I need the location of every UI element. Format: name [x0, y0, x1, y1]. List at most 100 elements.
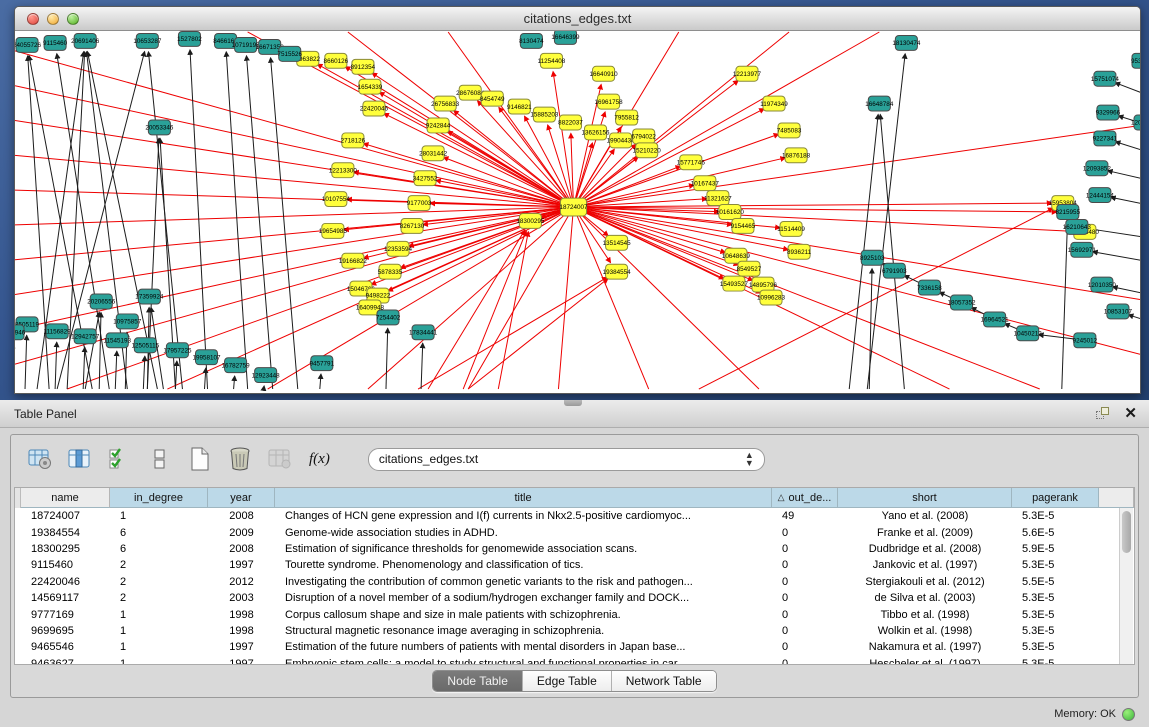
cell-name[interactable]: 19384554 [21, 527, 110, 539]
network-node[interactable]: 8912354 [351, 59, 376, 74]
network-node[interactable]: 19958107 [192, 350, 221, 365]
cell-title[interactable]: Estimation of significance thresholds fo… [275, 543, 772, 555]
network-edge[interactable] [468, 278, 608, 389]
network-node[interactable]: 20206556 [87, 294, 116, 309]
cell-out_de[interactable]: 0 [772, 559, 838, 571]
column-header-title[interactable]: title [275, 488, 772, 508]
table-row[interactable]: 977716911998Corpus callosum shape and si… [15, 606, 1134, 622]
network-edge[interactable] [15, 207, 573, 260]
table-selector-dropdown[interactable]: citations_edges.txt ▲▼ [368, 448, 765, 471]
cell-name[interactable]: 9465546 [21, 641, 110, 653]
cell-pagerank[interactable]: 5.3E-5 [1012, 658, 1099, 664]
network-node[interactable]: 8215955 [1056, 205, 1081, 220]
network-node[interactable]: 6791903 [882, 263, 907, 278]
cell-title[interactable]: Investigating the contribution of common… [275, 576, 772, 588]
network-edge[interactable] [15, 190, 573, 207]
network-node[interactable]: 7955812 [614, 110, 639, 125]
cell-short[interactable]: Stergiakouli et al. (2012) [838, 576, 1012, 588]
network-node[interactable]: 15692971 [1068, 242, 1097, 257]
network-window[interactable]: citations_edges.txt 18724007183002951938… [14, 6, 1141, 394]
network-canvas[interactable]: 1872400718300295193845541351454586601268… [15, 31, 1140, 393]
cell-in_degree[interactable]: 1 [110, 625, 208, 637]
table-row[interactable]: 911546021997Tourette syndrome. Phenomeno… [15, 557, 1134, 573]
cell-year[interactable]: 2009 [208, 527, 275, 539]
network-node[interactable]: 11514409 [777, 221, 805, 236]
function-builder-icon[interactable]: f(x) [309, 451, 330, 468]
network-node[interactable]: 10996283 [757, 290, 786, 305]
scrollbar-thumb[interactable] [1122, 511, 1131, 553]
cell-year[interactable]: 2003 [208, 592, 275, 604]
network-node[interactable]: 9115460 [43, 35, 68, 50]
network-node[interactable]: 8936211 [787, 244, 812, 259]
network-node[interactable]: 20053346 [145, 120, 174, 135]
table-row[interactable]: 1456911722003Disruption of a novel membe… [15, 590, 1134, 606]
network-node[interactable]: 10167437 [691, 176, 720, 191]
network-node[interactable]: 7485083 [777, 123, 802, 138]
network-edge[interactable] [1108, 171, 1140, 180]
tab-edge-table[interactable]: Edge Table [523, 671, 612, 691]
network-node[interactable]: 7254402 [376, 310, 401, 325]
network-node[interactable]: 18724007 [559, 198, 588, 216]
cell-short[interactable]: Jankovic et al. (1997) [838, 559, 1012, 571]
network-node[interactable]: 26756833 [431, 96, 460, 111]
network-node[interactable]: 9154465 [731, 218, 756, 233]
network-edge[interactable] [1115, 142, 1140, 153]
network-node[interactable]: 12213977 [733, 66, 762, 81]
network-node[interactable]: 3915946 [15, 325, 26, 340]
panel-resize-handle[interactable] [564, 400, 582, 406]
network-node[interactable]: 9329966 [1096, 105, 1121, 120]
column-header-name[interactable]: name [21, 488, 110, 508]
network-edge[interactable] [15, 207, 573, 225]
cell-in_degree[interactable]: 2 [110, 592, 208, 604]
network-node[interactable]: 10853107 [1104, 304, 1133, 319]
cell-out_de[interactable]: 0 [772, 576, 838, 588]
network-edge[interactable] [1093, 252, 1140, 262]
network-node[interactable]: 17957225 [163, 343, 192, 358]
cell-pagerank[interactable]: 5.3E-5 [1012, 609, 1099, 621]
network-node[interactable]: 10975857 [113, 314, 142, 329]
network-edge[interactable] [573, 203, 1051, 207]
cell-out_de[interactable]: 0 [772, 658, 838, 664]
network-edge[interactable] [246, 56, 272, 389]
cell-year[interactable]: 2008 [208, 543, 275, 555]
cell-name[interactable]: 9699695 [21, 625, 110, 637]
cell-short[interactable]: Tibbo et al. (1998) [838, 609, 1012, 621]
network-node[interactable]: 9457791 [310, 356, 335, 371]
network-edge[interactable] [421, 343, 423, 389]
network-edge[interactable] [55, 342, 57, 389]
network-node[interactable]: 1654339 [358, 79, 383, 94]
network-node[interactable]: 9177003 [407, 196, 432, 211]
network-node[interactable]: 15493527 [720, 276, 749, 291]
network-window-titlebar[interactable]: citations_edges.txt [15, 7, 1140, 31]
network-edge[interactable] [25, 335, 27, 389]
network-node[interactable]: 8822037 [558, 115, 583, 130]
network-node[interactable]: 19384554 [603, 264, 632, 279]
network-node[interactable]: 9531155 [1131, 53, 1140, 68]
network-node[interactable]: 18057352 [947, 295, 976, 310]
network-node[interactable]: 10450212 [1014, 326, 1043, 341]
network-node[interactable]: 18130474 [892, 35, 921, 50]
network-edge[interactable] [443, 157, 573, 207]
column-header-short[interactable]: short [838, 488, 1012, 508]
cell-year[interactable]: 1998 [208, 609, 275, 621]
cell-pagerank[interactable]: 5.9E-5 [1012, 543, 1099, 555]
network-node[interactable]: 16648784 [865, 96, 894, 111]
cell-year[interactable]: 1997 [208, 559, 275, 571]
cell-out_de[interactable]: 0 [772, 625, 838, 637]
network-node[interactable]: 7515526 [277, 46, 302, 61]
network-node[interactable]: 10653287 [133, 33, 162, 48]
network-node[interactable]: 8660126 [324, 53, 349, 68]
row-height-icon[interactable] [145, 444, 175, 474]
table-settings-icon[interactable] [25, 444, 55, 474]
cell-year[interactable]: 2008 [208, 510, 275, 522]
network-edge[interactable] [573, 134, 778, 207]
network-edge[interactable] [1062, 223, 1068, 389]
cell-title[interactable]: Changes of HCN gene expression and I(f) … [275, 510, 772, 522]
cell-in_degree[interactable]: 1 [110, 658, 208, 664]
cell-short[interactable]: Dudbridge et al. (2008) [838, 543, 1012, 555]
network-node[interactable]: 12923448 [252, 368, 281, 383]
cell-out_de[interactable]: 0 [772, 592, 838, 604]
cell-year[interactable]: 2012 [208, 576, 275, 588]
network-edge[interactable] [15, 155, 573, 207]
network-edge[interactable] [226, 52, 247, 389]
